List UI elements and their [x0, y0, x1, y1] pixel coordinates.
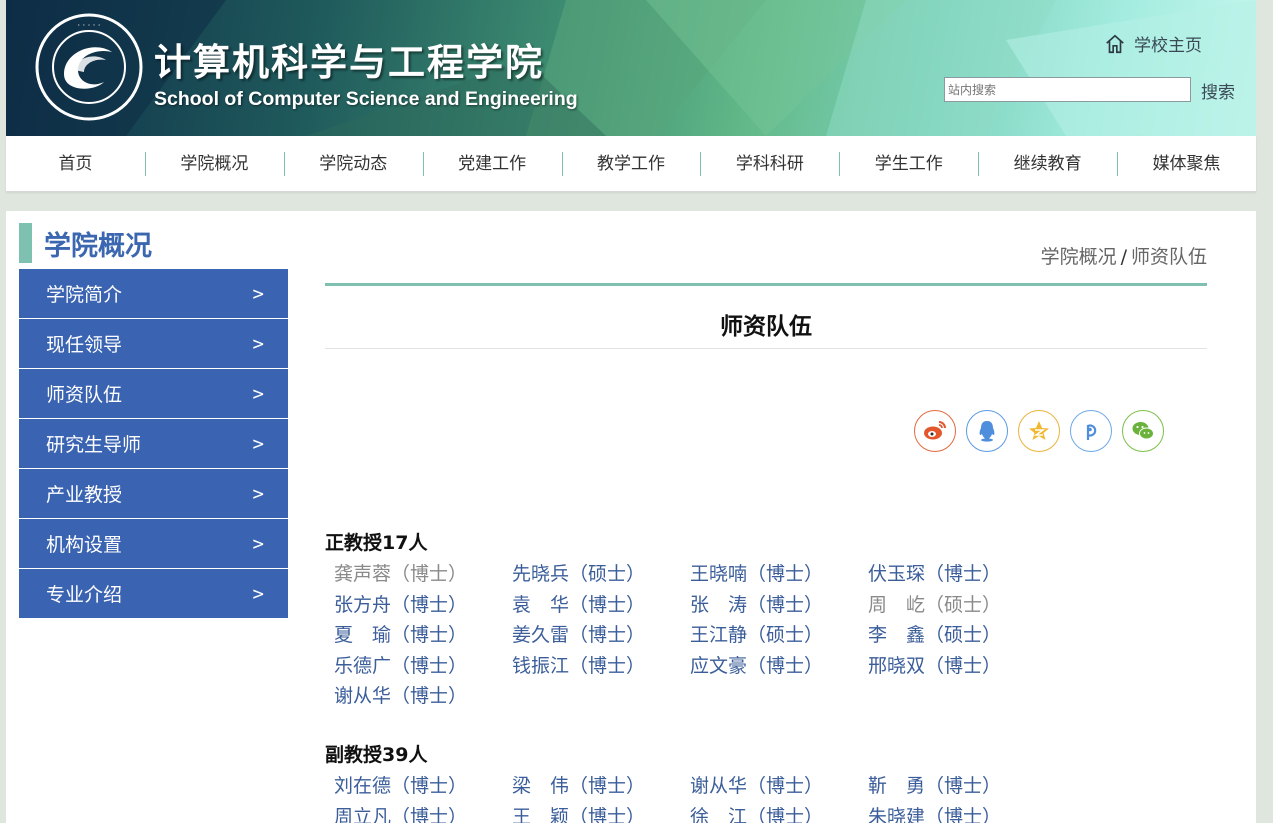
- sidebar-title-accent: [19, 223, 32, 263]
- chevron-right-icon: >: [252, 432, 264, 455]
- faculty-name-link[interactable]: 王 颖（博士）: [512, 802, 690, 823]
- faculty-name-link[interactable]: 张 涛（博士）: [690, 590, 868, 621]
- nav-item-party[interactable]: 党建工作: [422, 136, 562, 191]
- faculty-name-link[interactable]: 谢从华（博士）: [334, 681, 512, 712]
- page-title: 师资队伍: [720, 314, 812, 340]
- breadcrumb-separator: /: [1120, 246, 1127, 268]
- sidebar-title-text: 学院概况: [44, 230, 152, 262]
- main-nav: 首页 学院概况 学院动态 党建工作 教学工作 学科科研 学生工作 继续教育 媒体…: [6, 136, 1256, 192]
- sidebar-item-leadership[interactable]: 现任领导 >: [19, 319, 288, 368]
- faculty-name-link[interactable]: 周立凡（博士）: [334, 802, 512, 823]
- faculty-name-link[interactable]: 姜久雷（博士）: [512, 620, 690, 651]
- faculty-name-link[interactable]: 龚声蓉（博士）: [334, 559, 512, 590]
- breadcrumb: 学院概况 / 师资队伍: [1041, 242, 1207, 269]
- sidebar-item-intro[interactable]: 学院简介 >: [19, 269, 288, 318]
- chevron-right-icon: >: [252, 532, 264, 555]
- sidebar-item-faculty[interactable]: 师资队伍 >: [19, 369, 288, 418]
- school-logo[interactable]: · · · · ·: [34, 12, 144, 122]
- faculty-name-link[interactable]: 袁 华（博士）: [512, 590, 690, 621]
- faculty-name-link[interactable]: 王江静（硕士）: [690, 620, 868, 651]
- faculty-name-link[interactable]: 靳 勇（博士）: [868, 771, 1046, 802]
- faculty-name-link[interactable]: 谢从华（博士）: [690, 771, 868, 802]
- faculty-name-grid: 刘在德（博士）梁 伟（博士） 谢从华（博士）靳 勇（博士） 周立凡（博士）王 颖（博…: [325, 771, 1046, 823]
- school-home-label: 学校主页: [1134, 36, 1202, 56]
- faculty-name-link[interactable]: 乐德广（博士）: [334, 651, 512, 682]
- nav-item-continuing-edu[interactable]: 继续教育: [978, 136, 1117, 191]
- chevron-right-icon: >: [252, 382, 264, 405]
- nav-item-news[interactable]: 学院动态: [283, 136, 423, 191]
- faculty-name-link[interactable]: 伏玉琛（博士）: [868, 559, 1046, 590]
- faculty-name-link[interactable]: 朱晓建（博士）: [868, 802, 1046, 823]
- chevron-right-icon: >: [252, 282, 264, 305]
- faculty-name-link[interactable]: 夏 瑜（博士）: [334, 620, 512, 651]
- nav-item-research[interactable]: 学科科研: [700, 136, 839, 191]
- faculty-name-link[interactable]: 周 屹（硕士）: [868, 590, 1046, 621]
- sidebar-item-grad-supervisors[interactable]: 研究生导师 >: [19, 419, 288, 468]
- content-panel: 学院概况 学院简介 > 现任领导 > 师资队伍 > 研究生导师 > 产业教授 > 机构设置…: [6, 211, 1256, 823]
- section-full-professors: 正教授17人 龚声蓉（博士） 先晓兵（硕士） 王晓喃（博士） 伏玉琛（博士） 张方舟（博…: [325, 528, 1046, 712]
- sidebar-item-majors[interactable]: 专业介绍 >: [19, 569, 288, 618]
- sidebar-item-label: 现任领导: [46, 334, 123, 356]
- nav-item-media[interactable]: 媒体聚焦: [1117, 136, 1256, 191]
- nav-item-students[interactable]: 学生工作: [839, 136, 978, 191]
- sidebar-item-label: 学院简介: [46, 284, 123, 306]
- share-weibo-button[interactable]: [914, 410, 956, 452]
- sidebar-title: 学院概况: [19, 223, 152, 263]
- faculty-name-link[interactable]: 先晓兵（硕士）: [512, 559, 690, 590]
- faculty-name-link[interactable]: 梁 伟（博士）: [512, 771, 690, 802]
- share-qq-button[interactable]: [966, 410, 1008, 452]
- faculty-name-link[interactable]: 应文豪（博士）: [690, 651, 868, 682]
- share-wechat-button[interactable]: [1122, 410, 1164, 452]
- faculty-name-grid: 龚声蓉（博士） 先晓兵（硕士） 王晓喃（博士） 伏玉琛（博士） 张方舟（博士）袁 华（博…: [325, 559, 1046, 712]
- faculty-name-link[interactable]: 张方舟（博士）: [334, 590, 512, 621]
- weibo-icon: [924, 421, 946, 440]
- pengyou-icon: [1086, 424, 1097, 440]
- sidebar-item-industry-professors[interactable]: 产业教授 >: [19, 469, 288, 518]
- faculty-name-link[interactable]: 钱振江（博士）: [512, 651, 690, 682]
- nav-item-home[interactable]: 首页: [6, 136, 145, 191]
- section-heading: 副教授39人: [325, 744, 428, 766]
- sidebar-item-organization[interactable]: 机构设置 >: [19, 519, 288, 568]
- qzone-icon: [1029, 421, 1049, 440]
- wechat-icon: [1132, 422, 1154, 440]
- sidebar-menu: 学院简介 > 现任领导 > 师资队伍 > 研究生导师 > 产业教授 > 机构设置 > 专业介…: [19, 269, 288, 619]
- breadcrumb-parent-link[interactable]: 学院概况: [1041, 246, 1117, 268]
- qq-icon: [979, 421, 995, 442]
- sidebar-item-label: 专业介绍: [46, 584, 123, 606]
- content-top-divider: [325, 283, 1207, 286]
- title-divider: [325, 348, 1207, 349]
- site-header: · · · · · 计算机科学与工程学院 School of Computer …: [6, 0, 1256, 136]
- share-qzone-button[interactable]: [1018, 410, 1060, 452]
- sidebar-item-label: 研究生导师: [46, 434, 142, 456]
- svg-text:· · · · ·: · · · · ·: [78, 21, 101, 30]
- chevron-right-icon: >: [252, 482, 264, 505]
- chevron-right-icon: >: [252, 582, 264, 605]
- site-search-input[interactable]: [944, 77, 1191, 102]
- faculty-name-link[interactable]: 李 鑫（硕士）: [868, 620, 1046, 651]
- breadcrumb-current-link[interactable]: 师资队伍: [1131, 246, 1207, 268]
- search-button[interactable]: 搜索: [1195, 77, 1241, 103]
- faculty-name-link[interactable]: 王晓喃（博士）: [690, 559, 868, 590]
- faculty-name-link[interactable]: 徐 江（博士）: [690, 802, 868, 823]
- sidebar-item-label: 师资队伍: [46, 384, 123, 406]
- nav-item-teaching[interactable]: 教学工作: [561, 136, 701, 191]
- faculty-name-link[interactable]: 邢晓双（博士）: [868, 651, 1046, 682]
- home-icon: [1106, 34, 1124, 53]
- faculty-name-link[interactable]: 刘在德（博士）: [334, 771, 512, 802]
- section-heading: 正教授17人: [325, 532, 428, 554]
- section-associate-professors: 副教授39人 刘在德（博士）梁 伟（博士） 谢从华（博士）靳 勇（博士） 周立凡（博…: [325, 740, 1046, 823]
- share-pengyou-button[interactable]: [1070, 410, 1112, 452]
- sidebar-item-label: 产业教授: [46, 484, 123, 506]
- share-bar: [914, 410, 1164, 452]
- site-title-cn: 计算机科学与工程学院: [154, 41, 544, 84]
- sidebar-item-label: 机构设置: [46, 534, 123, 556]
- nav-item-overview[interactable]: 学院概况: [144, 136, 284, 191]
- site-title-en: School of Computer Science and Engineeri…: [154, 88, 578, 110]
- school-home-link[interactable]: 学校主页: [1104, 31, 1202, 56]
- chevron-right-icon: >: [252, 332, 264, 355]
